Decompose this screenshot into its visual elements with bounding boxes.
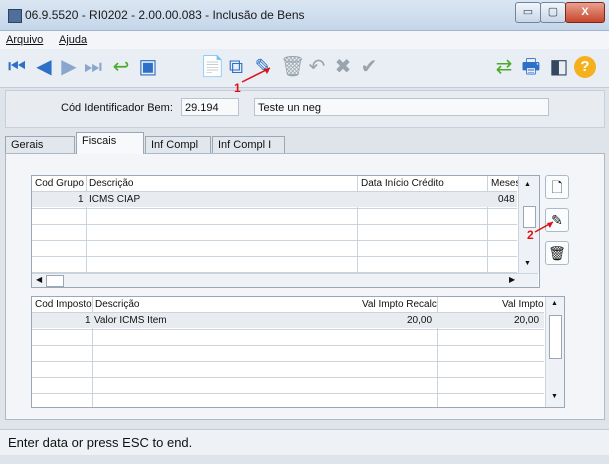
callout-1-arrow [241, 67, 271, 83]
close-button[interactable]: X [565, 2, 605, 23]
toolbar: ⏮ ◀ ▶ ⏭ ↩ ▣ 📄 ⧉ ✎ 🗑 ↶ ✖ ✔ ⇄ 🖶 ◧? [0, 49, 609, 88]
menu-bar: Arquivo Ajuda [0, 31, 609, 49]
menu-arquivo[interactable]: Arquivo [6, 34, 43, 46]
description-field[interactable]: Teste un neg [254, 98, 549, 116]
col-val-impto: Val Impto [502, 299, 544, 310]
maximize-button[interactable]: ▢ [540, 2, 566, 23]
tab-gerais[interactable]: Gerais [5, 136, 75, 154]
undo-icon[interactable]: ↶ [306, 56, 328, 78]
col-data-inicio: Data Início Crédito [361, 178, 444, 189]
horizontal-scrollbar[interactable]: ◀ ▶ [32, 273, 538, 287]
prev-icon[interactable]: ◀ [33, 56, 55, 78]
scroll-up-icon[interactable]: ▲ [551, 300, 558, 307]
row-val-impto: 20,00 [514, 315, 540, 326]
row-val-recalc: 20,00 [407, 315, 433, 326]
tab-fiscais[interactable]: Fiscais [76, 132, 144, 154]
callout-2-arrow [534, 221, 554, 233]
tab-inf-compl-i[interactable]: Inf Compl I [212, 136, 285, 154]
navigate-icon[interactable]: ⇄ [493, 56, 515, 78]
cancel-icon[interactable]: ✖ [332, 56, 354, 78]
grupo-grid: Cod Grupo Descrição Data Início Crédito … [31, 175, 540, 288]
minimize-button[interactable]: ▭ [515, 2, 541, 23]
delete-record-icon[interactable]: 🗑 [545, 241, 569, 265]
view-icon[interactable]: ▣ [137, 56, 159, 78]
status-bar: Enter data or press ESC to end. [0, 429, 609, 455]
row-desc-imposto: Valor ICMS Item [94, 315, 167, 326]
id-code-field[interactable]: 29.194 [181, 98, 239, 116]
new-icon[interactable]: 📄 [200, 56, 225, 78]
new-record-icon[interactable]: 🗋 [545, 175, 569, 199]
confirm-icon[interactable]: ✔ [358, 56, 380, 78]
help-icon[interactable]: ? [574, 56, 596, 78]
h-scroll-thumb[interactable] [46, 275, 64, 287]
scroll-down-icon[interactable]: ▼ [524, 260, 531, 267]
print-icon[interactable]: 🖶 [520, 56, 542, 78]
scroll-left-icon[interactable]: ◀ [36, 275, 42, 284]
row-meses: 048 [498, 194, 515, 205]
delete-icon[interactable]: 🗑 [280, 56, 305, 78]
row-cod-imposto: 1 [85, 315, 91, 326]
info-bar: Cód Identificador Bem: 29.194 Teste un n… [5, 90, 605, 128]
col-val-impto-recalc: Val Impto Recalc [362, 299, 437, 310]
col-cod-imposto: Cod Imposto [35, 299, 92, 310]
next-icon[interactable]: ▶ [58, 56, 80, 78]
col-descricao: Descrição [89, 178, 134, 189]
scroll-down-icon[interactable]: ▼ [551, 393, 558, 400]
row-cod: 1 [78, 194, 84, 205]
tab-inf-compl[interactable]: Inf Compl [145, 136, 211, 154]
exit-icon[interactable]: ◧ [548, 56, 570, 78]
back-icon[interactable]: ↩ [110, 56, 132, 78]
imposto-grid: Cod Imposto Descrição Val Impto Recalc V… [31, 296, 565, 408]
last-icon[interactable]: ⏭ [82, 56, 104, 78]
title-bar: 06.9.5520 - RI0202 - 2.00.00.083 - Inclu… [0, 0, 609, 31]
col-meses: Meses [491, 178, 521, 189]
table-row[interactable]: 1 Valor ICMS Item 20,00 20,00 [32, 313, 544, 328]
menu-ajuda[interactable]: Ajuda [59, 34, 87, 46]
col-cod-grupo: Cod Grupo [35, 178, 84, 189]
window-title: 06.9.5520 - RI0202 - 2.00.00.083 - Inclu… [25, 8, 305, 22]
app-icon [8, 9, 22, 23]
col-descricao-2: Descrição [95, 299, 140, 310]
first-icon[interactable]: ⏮ [6, 56, 28, 78]
vertical-scrollbar-2[interactable]: ▲ ▼ [545, 297, 564, 407]
scroll-up-icon[interactable]: ▲ [524, 181, 531, 188]
scroll-thumb-2[interactable] [549, 315, 562, 359]
id-label: Cód Identificador Bem: [61, 102, 173, 114]
table-row[interactable]: 1 ICMS CIAP 048 [32, 192, 517, 207]
scroll-right-icon[interactable]: ▶ [509, 275, 515, 284]
row-desc: ICMS CIAP [89, 194, 141, 205]
fiscal-panel: Cod Grupo Descrição Data Início Crédito … [5, 153, 605, 420]
